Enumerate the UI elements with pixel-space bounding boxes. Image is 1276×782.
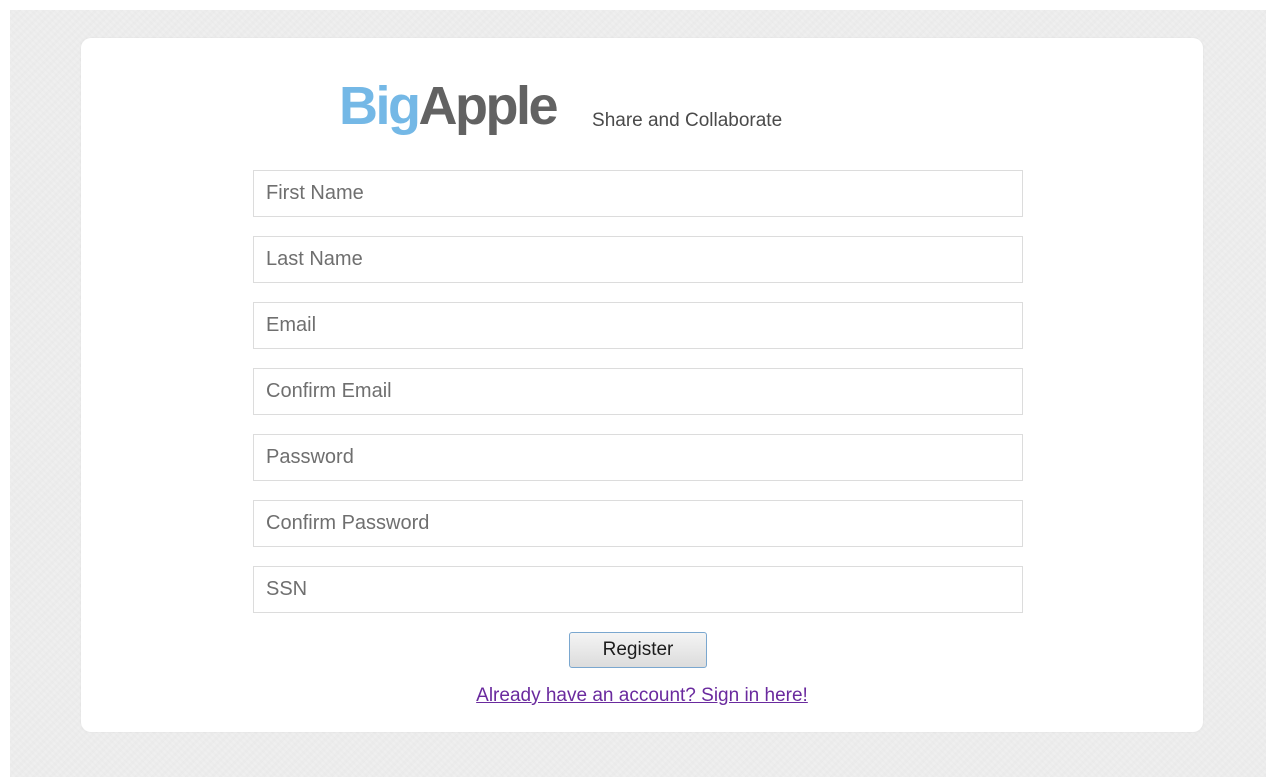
register-button[interactable]: Register bbox=[569, 632, 707, 668]
registration-form bbox=[253, 170, 1023, 632]
brand-header: BigApple Share and Collaborate bbox=[339, 74, 782, 134]
email-input[interactable] bbox=[253, 302, 1023, 349]
confirm-email-input[interactable] bbox=[253, 368, 1023, 415]
registration-card: BigApple Share and Collaborate Register … bbox=[81, 38, 1203, 732]
confirm-password-input[interactable] bbox=[253, 500, 1023, 547]
logo-apple: Apple bbox=[418, 76, 559, 136]
password-input[interactable] bbox=[253, 434, 1023, 481]
bigapple-logo: BigApple bbox=[339, 76, 559, 136]
ssn-input[interactable] bbox=[253, 566, 1023, 613]
first-name-input[interactable] bbox=[253, 170, 1023, 217]
logo-big: Big bbox=[339, 76, 421, 136]
last-name-input[interactable] bbox=[253, 236, 1023, 283]
tagline: Share and Collaborate bbox=[592, 110, 783, 131]
sign-in-link[interactable]: Already have an account? Sign in here! bbox=[427, 685, 857, 707]
